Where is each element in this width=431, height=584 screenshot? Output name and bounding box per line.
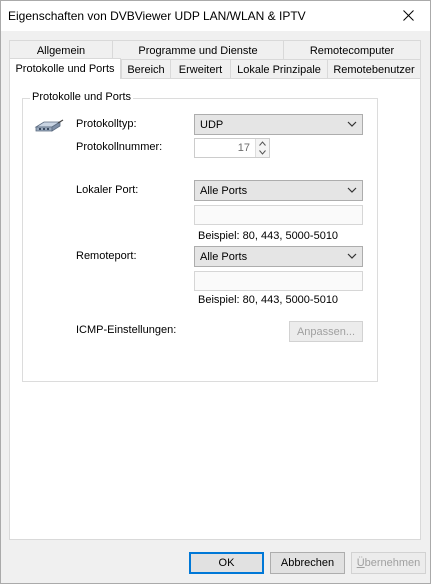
ok-button[interactable]: OK	[189, 552, 264, 574]
window-title: Eigenschaften von DVBViewer UDP LAN/WLAN…	[8, 9, 306, 23]
chevron-down-icon	[347, 253, 357, 259]
cancel-button[interactable]: Abbrechen	[270, 552, 345, 574]
remote-port-value: Alle Ports	[200, 250, 248, 263]
local-port-select[interactable]: Alle Ports	[194, 180, 363, 201]
protocol-number-label: Protokollnummer:	[76, 141, 163, 153]
remote-port-example: Beispiel: 80, 443, 5000-5010	[198, 294, 339, 306]
stepper-buttons[interactable]	[255, 139, 269, 157]
network-cable-icon	[34, 117, 64, 138]
chevron-down-icon	[347, 187, 357, 193]
apply-mnemonic: Ü	[356, 557, 365, 569]
local-port-input[interactable]	[194, 205, 363, 225]
tab-protokolle-und-ports[interactable]: Protokolle und Ports	[9, 58, 121, 79]
protocol-type-label: Protokolltyp:	[76, 118, 137, 130]
tab-erweitert[interactable]: Erweitert	[170, 59, 231, 79]
icmp-settings-label: ICMP-Einstellungen:	[76, 324, 177, 336]
apply-button[interactable]: Übernehmen	[351, 552, 426, 574]
chevron-down-icon	[259, 150, 266, 155]
close-icon	[402, 10, 414, 21]
close-button[interactable]	[385, 0, 431, 31]
tab-bereich[interactable]: Bereich	[121, 59, 171, 79]
protocol-number-value: 17	[237, 142, 250, 154]
remote-port-input[interactable]	[194, 271, 363, 291]
tab-remotebenutzer[interactable]: Remotebenutzer	[327, 59, 421, 79]
local-port-example: Beispiel: 80, 443, 5000-5010	[198, 230, 339, 242]
tab-remotecomputer[interactable]: Remotecomputer	[283, 40, 421, 60]
tab-lokale-prinzipale[interactable]: Lokale Prinzipale	[230, 59, 328, 79]
protocol-type-select[interactable]: UDP	[194, 114, 363, 135]
tab-programme-und-dienste[interactable]: Programme und Dienste	[112, 40, 284, 60]
remote-port-label: Remoteport:	[76, 250, 137, 262]
remote-port-select[interactable]: Alle Ports	[194, 246, 363, 267]
chevron-up-icon	[259, 141, 266, 146]
apply-label: bernehmen	[364, 557, 421, 569]
protocol-type-value: UDP	[200, 118, 224, 131]
local-port-value: Alle Ports	[200, 184, 248, 197]
customize-button[interactable]: Anpassen...	[289, 321, 363, 342]
local-port-label: Lokaler Port:	[76, 184, 139, 196]
group-title: Protokolle und Ports	[30, 91, 134, 103]
chevron-down-icon	[347, 121, 357, 127]
tab-allgemein[interactable]: Allgemein	[9, 40, 113, 60]
protocol-number-stepper[interactable]: 17	[194, 138, 270, 158]
